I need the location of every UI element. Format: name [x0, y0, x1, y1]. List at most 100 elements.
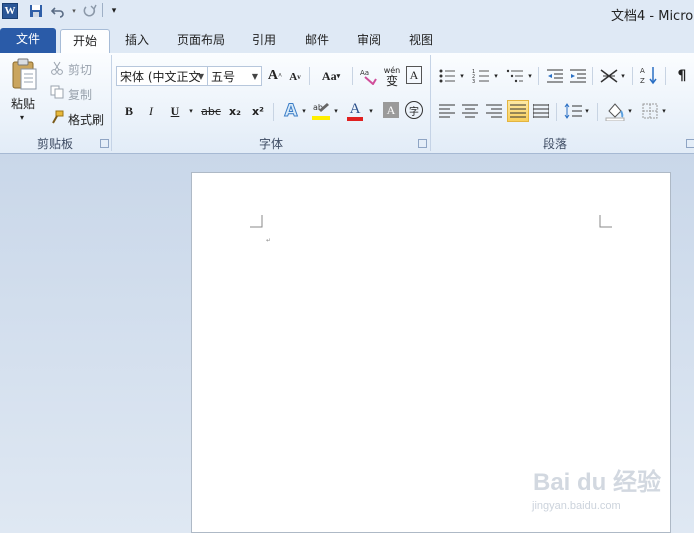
highlight-dropdown-icon[interactable]: ▾ — [332, 101, 340, 121]
copy-button[interactable]: 复制 — [68, 86, 92, 103]
undo-dropdown-icon[interactable]: ▾ — [66, 3, 82, 19]
font-launcher-icon[interactable] — [418, 139, 427, 148]
underline-button[interactable]: U — [167, 101, 183, 121]
shrink-font-button[interactable]: Av — [287, 68, 303, 86]
decrease-indent-icon[interactable] — [545, 66, 565, 86]
scissors-icon[interactable] — [50, 61, 64, 75]
italic-button[interactable]: I — [143, 101, 159, 121]
underline-dropdown-icon[interactable]: ▾ — [186, 101, 196, 121]
multilevel-list-icon[interactable] — [505, 66, 525, 86]
paragraph-mark: ↵ — [266, 237, 272, 244]
change-case-button[interactable]: Aa ▾ — [318, 66, 344, 86]
line-spacing-dropdown-icon[interactable]: ▾ — [583, 101, 591, 121]
paragraph-launcher-icon[interactable] — [686, 139, 694, 148]
cut-button[interactable]: 剪切 — [68, 61, 92, 78]
enclose-characters-button[interactable]: 字 — [405, 101, 423, 119]
show-marks-icon[interactable]: ¶ — [674, 66, 690, 86]
bullets-icon[interactable] — [437, 66, 457, 86]
save-icon[interactable] — [28, 3, 44, 19]
paste-icon[interactable] — [8, 57, 40, 93]
chinese-layout-dropdown-icon[interactable]: ▾ — [619, 66, 627, 86]
justify-icon[interactable] — [507, 100, 529, 122]
multilevel-dropdown-icon[interactable]: ▾ — [526, 66, 534, 86]
chinese-layout-icon[interactable] — [599, 66, 619, 86]
toolbar-separator — [665, 67, 666, 85]
chevron-down-icon: ▼ — [197, 72, 204, 81]
align-left-icon[interactable] — [437, 101, 457, 121]
word-app-icon[interactable]: W — [2, 3, 18, 19]
ribbon-home: 粘贴 ▾ 剪切 复制 格式刷 剪贴板 宋体 (中文正文 ▼ 五号 ▼ A ^ Av A… — [0, 53, 694, 154]
tab-page-layout[interactable]: 页面布局 — [170, 29, 232, 53]
font-color-button[interactable]: A — [345, 100, 365, 122]
grow-font-button[interactable]: A ^ — [266, 66, 284, 86]
watermark-url: jingyan.baidu.com — [532, 500, 621, 512]
ribbon-tabs: 文件 开始 插入 页面布局 引用 邮件 审阅 视图 — [0, 24, 694, 54]
format-painter-button[interactable]: 格式刷 — [68, 111, 104, 128]
tab-home[interactable]: 开始 — [60, 29, 110, 54]
tab-references[interactable]: 引用 — [246, 29, 282, 53]
bold-button[interactable]: B — [121, 101, 137, 121]
tab-view[interactable]: 视图 — [402, 29, 440, 53]
svg-text:3: 3 — [472, 79, 475, 84]
shrink-font-icon: A — [289, 71, 298, 83]
format-painter-icon[interactable] — [50, 110, 64, 124]
toolbar-separator — [309, 67, 310, 85]
svg-text:Aa: Aa — [360, 69, 369, 77]
tab-review[interactable]: 审阅 — [350, 29, 388, 53]
character-shading-button[interactable]: A — [383, 102, 399, 118]
toolbar-separator — [632, 67, 633, 85]
strikethrough-button[interactable]: abc — [200, 101, 222, 121]
shading-icon[interactable] — [604, 100, 626, 122]
align-right-icon[interactable] — [484, 101, 504, 121]
paste-button-label[interactable]: 粘贴 — [11, 95, 35, 112]
font-color-swatch — [347, 116, 363, 121]
superscript-button[interactable]: x² — [249, 101, 267, 121]
clipboard-launcher-icon[interactable] — [100, 139, 109, 148]
line-spacing-icon[interactable] — [563, 101, 583, 121]
numbering-dropdown-icon[interactable]: ▾ — [492, 66, 500, 86]
font-size-value: 五号 — [211, 70, 236, 84]
subscript-button[interactable]: x₂ — [226, 101, 244, 121]
window-title: 文档4 - Micro — [611, 9, 694, 24]
phonetic-guide-button[interactable]: wén 变 — [382, 64, 402, 88]
tab-mailings[interactable]: 邮件 — [298, 29, 336, 53]
toolbar-separator — [592, 67, 593, 85]
font-name-value: 宋体 (中文正文 — [120, 70, 201, 84]
increase-indent-icon[interactable] — [568, 66, 588, 86]
toolbar-separator — [597, 103, 598, 121]
font-name-combobox[interactable]: 宋体 (中文正文 ▼ — [116, 66, 208, 86]
font-size-combobox[interactable]: 五号 ▼ — [207, 66, 262, 86]
toolbar-separator — [538, 67, 539, 85]
qat-separator — [102, 3, 103, 17]
sort-icon[interactable]: AZ — [639, 64, 659, 86]
toolbar-separator — [352, 67, 353, 85]
margin-corner-top-right — [599, 215, 612, 228]
align-center-icon[interactable] — [460, 101, 480, 121]
watermark-logo: Bai du 经验 — [533, 469, 662, 496]
undo-icon[interactable] — [50, 3, 66, 19]
change-case-icon: Aa — [321, 68, 337, 83]
bullets-dropdown-icon[interactable]: ▾ — [458, 66, 466, 86]
numbering-icon[interactable]: 123 — [471, 66, 491, 86]
font-color-dropdown-icon[interactable]: ▾ — [367, 101, 375, 121]
clipboard-group-label: 剪贴板 — [36, 137, 73, 151]
text-effects-icon[interactable]: A — [280, 100, 302, 122]
borders-icon[interactable] — [640, 101, 660, 121]
tab-file[interactable]: 文件 — [0, 28, 56, 53]
grow-font-icon: A — [267, 68, 279, 83]
customize-qat-icon[interactable]: ▾ — [106, 3, 122, 19]
borders-dropdown-icon[interactable]: ▾ — [660, 101, 668, 121]
highlight-icon[interactable]: ab — [311, 100, 331, 122]
character-border-icon[interactable]: A — [406, 66, 422, 84]
copy-icon[interactable] — [50, 85, 64, 99]
title-bar: W ▾ ▾ 文档4 - Micro — [0, 0, 694, 24]
shading-dropdown-icon[interactable]: ▾ — [626, 101, 634, 121]
distributed-align-icon[interactable] — [531, 101, 551, 121]
text-effects-dropdown-icon[interactable]: ▾ — [300, 101, 308, 121]
tab-insert[interactable]: 插入 — [117, 29, 157, 53]
paste-dropdown-icon[interactable]: ▾ — [20, 113, 24, 122]
phonetic-char: 变 — [385, 74, 398, 88]
clear-format-icon[interactable]: Aa — [358, 65, 378, 87]
margin-corner-top-left — [250, 215, 263, 228]
redo-icon[interactable] — [82, 3, 98, 19]
